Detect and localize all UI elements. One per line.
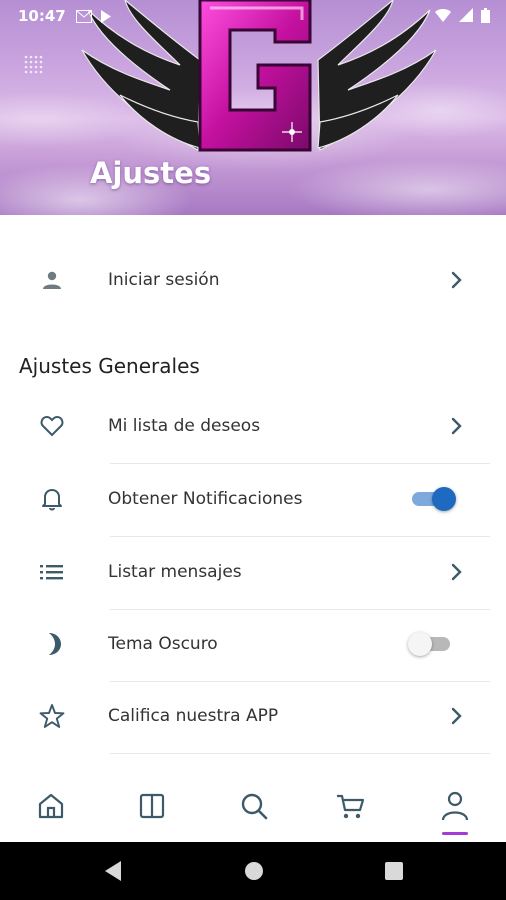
toggle-thumb: [432, 487, 456, 511]
star-icon: [34, 698, 70, 734]
chevron-right-icon: [445, 414, 469, 438]
active-tab-indicator: [442, 832, 468, 835]
bottom-navigation: [0, 770, 506, 842]
chevron-right-icon: [445, 268, 469, 292]
recents-icon[interactable]: [383, 860, 405, 882]
divider: [110, 463, 490, 464]
login-row[interactable]: Iniciar sesión: [0, 250, 506, 310]
wishlist-label: Mi lista de deseos: [108, 416, 261, 436]
toggle-thumb: [408, 632, 432, 656]
messages-label: Listar mensajes: [108, 562, 242, 582]
status-time: 10:47: [18, 7, 66, 25]
notifications-toggle[interactable]: [410, 486, 456, 512]
notifications-label: Obtener Notificaciones: [108, 489, 303, 509]
home-icon[interactable]: [31, 786, 71, 826]
home-button-icon[interactable]: [243, 860, 265, 882]
cart-icon[interactable]: [330, 786, 370, 826]
gmail-icon: [75, 9, 92, 23]
divider: [110, 681, 490, 682]
account-icon[interactable]: [435, 786, 475, 826]
system-navigation-bar: [0, 842, 506, 900]
dark-theme-row: Tema Oscuro: [0, 614, 506, 674]
list-icon: [34, 554, 70, 590]
wifi-icon: [435, 9, 451, 22]
heart-icon: [34, 408, 70, 444]
section-title-general: Ajustes Generales: [19, 354, 200, 378]
page-title: Ajustes: [90, 156, 212, 190]
grid-menu-icon[interactable]: [24, 55, 44, 75]
chevron-right-icon: [445, 704, 469, 728]
person-icon: [34, 262, 70, 298]
chevron-right-icon: [445, 560, 469, 584]
signal-icon: [459, 8, 473, 22]
divider: [110, 536, 490, 537]
divider: [110, 609, 490, 610]
rate-app-label: Califica nuestra APP: [108, 706, 279, 726]
login-label: Iniciar sesión: [108, 270, 220, 290]
dark-theme-label: Tema Oscuro: [108, 634, 218, 654]
battery-icon: [481, 8, 490, 23]
rate-app-row[interactable]: Califica nuestra APP: [0, 686, 506, 746]
play-store-icon: [100, 9, 111, 23]
wishlist-row[interactable]: Mi lista de deseos: [0, 396, 506, 456]
status-bar: 10:47: [0, 0, 506, 32]
bell-icon: [34, 481, 70, 517]
catalog-icon[interactable]: [132, 786, 172, 826]
notifications-row: Obtener Notificaciones: [0, 469, 506, 529]
messages-row[interactable]: Listar mensajes: [0, 542, 506, 602]
dark-theme-toggle[interactable]: [408, 631, 454, 657]
moon-icon: [34, 626, 70, 662]
header-banner: 10:47 Ajustes: [0, 0, 506, 215]
divider: [110, 753, 490, 754]
search-icon[interactable]: [234, 786, 274, 826]
back-icon[interactable]: [102, 860, 124, 882]
